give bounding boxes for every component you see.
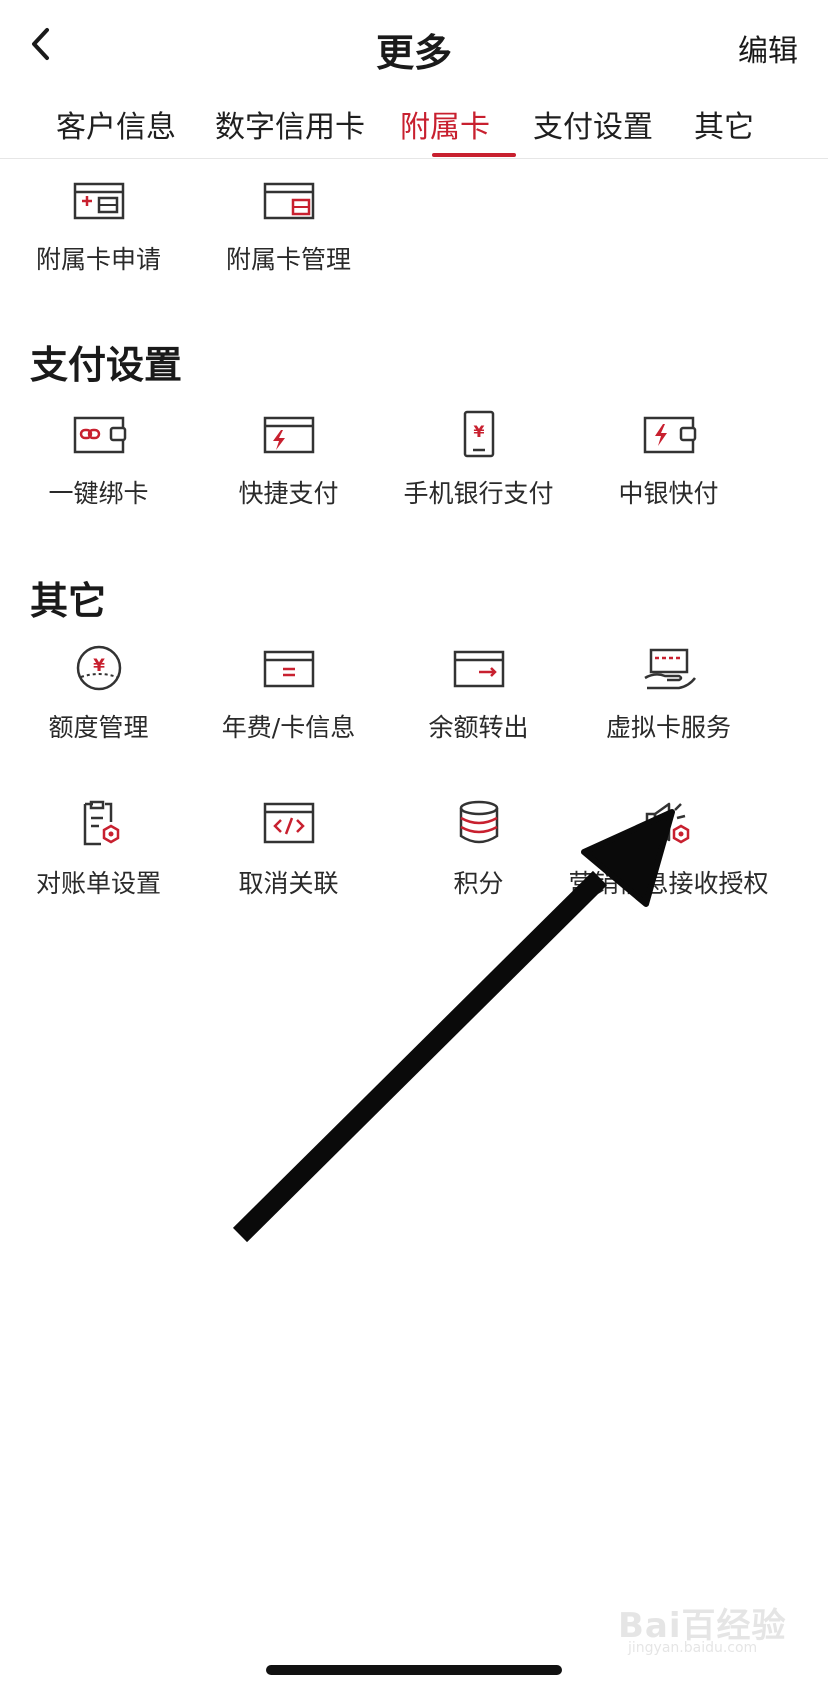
- svg-text:¥: ¥: [93, 656, 105, 676]
- item-annual-fee-info[interactable]: 年费/卡信息: [186, 644, 391, 744]
- card-link-icon: [73, 416, 126, 454]
- tab-digital-credit-card[interactable]: 数字信用卡: [215, 102, 365, 146]
- home-indicator[interactable]: [266, 1665, 562, 1675]
- item-mobile-bank-pay[interactable]: ¥ 手机银行支付: [376, 410, 581, 510]
- tab-bar: 客户信息 数字信用卡 附属卡 支付设置 其它: [0, 92, 828, 159]
- item-statement-settings[interactable]: 对账单设置: [0, 800, 201, 900]
- item-virtual-card-service[interactable]: 虚拟卡服务: [566, 644, 771, 744]
- card-info-icon: [263, 650, 314, 688]
- baidu-watermark: Bai百经验 jingyan.baidu.com: [618, 1606, 787, 1656]
- hand-card-icon: [643, 648, 696, 690]
- tab-payment-settings[interactable]: 支付设置: [533, 102, 653, 146]
- item-marketing-authorization[interactable]: 营销信息接收授权: [566, 800, 771, 900]
- item-supplementary-apply[interactable]: 附属卡申请: [0, 176, 201, 276]
- code-unlink-icon: [263, 802, 314, 844]
- tab-customer-info[interactable]: 客户信息: [56, 102, 176, 146]
- yen-circle-icon: ¥: [76, 645, 121, 691]
- item-cancel-link[interactable]: 取消关联: [186, 800, 391, 900]
- tab-other[interactable]: 其它: [694, 102, 754, 146]
- item-one-click-bind[interactable]: 一键绑卡: [0, 410, 201, 510]
- card-add-icon: [73, 182, 124, 220]
- speaker-settings-icon: [645, 802, 689, 844]
- item-quick-pay[interactable]: 快捷支付: [186, 410, 391, 510]
- card-transfer-icon: [453, 650, 504, 688]
- item-credit-limit[interactable]: ¥ 额度管理: [0, 644, 201, 744]
- phone-yen-icon: ¥: [463, 410, 494, 458]
- edit-button[interactable]: 编辑: [738, 26, 798, 70]
- page-title: 更多: [375, 31, 452, 75]
- card-manage-icon: [263, 182, 314, 220]
- coins-stack-icon: [459, 800, 498, 844]
- item-supplementary-manage[interactable]: 附属卡管理: [186, 176, 391, 276]
- item-boc-quick-pay[interactable]: 中银快付: [566, 410, 771, 510]
- tab-supplementary-card[interactable]: 附属卡: [400, 102, 490, 146]
- section-title-other: 其它: [30, 579, 107, 623]
- item-balance-transfer[interactable]: 余额转出: [376, 644, 581, 744]
- section-title-payment: 支付设置: [30, 343, 183, 387]
- wallet-lightning-icon: [643, 416, 696, 454]
- card-lightning-icon: [263, 416, 314, 454]
- statement-settings-icon: [83, 800, 119, 846]
- svg-text:¥: ¥: [473, 422, 484, 441]
- top-bar: 更多 编辑: [0, 0, 828, 92]
- active-tab-indicator: [432, 153, 516, 157]
- item-points[interactable]: 积分: [376, 800, 581, 900]
